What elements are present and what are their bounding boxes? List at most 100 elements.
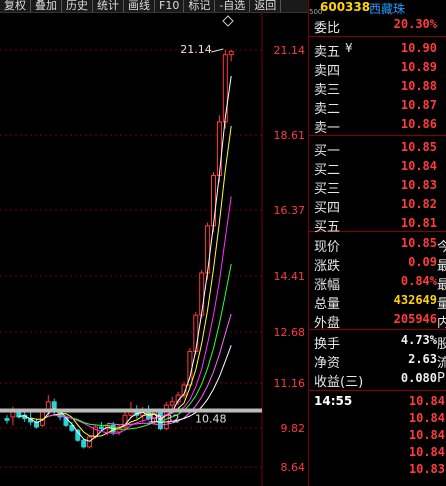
moving-average-line <box>18 75 232 442</box>
tick-price: 10.84 <box>408 428 445 442</box>
panel-divider <box>309 36 446 37</box>
toolbar-button-4[interactable]: 画线 <box>124 0 155 12</box>
quote-label: 净资 <box>314 356 341 371</box>
quote-label: 外盘 <box>314 316 341 331</box>
quote-label: 买二 <box>314 163 341 178</box>
kline-chart[interactable]: 21.14 18.61 16.37 14.41 12.68 11.16 9.82 8.64 21… <box>0 12 308 486</box>
diamond-icon <box>222 15 234 27</box>
tick-price: 10.84 <box>408 411 445 425</box>
quote-extra-label: 流 <box>437 356 446 371</box>
toolbar-button-0[interactable]: 复权 <box>0 0 31 12</box>
quote-label: 买一 <box>314 144 341 159</box>
quote-row: 总量 432649 量 <box>309 292 446 312</box>
toolbar-button-1[interactable]: 叠加 <box>31 0 62 12</box>
quote-label: 卖二 <box>314 102 341 117</box>
quote-value: 4.73% <box>400 333 437 347</box>
candle-body <box>193 314 199 352</box>
quote-label: 买四 <box>314 201 341 216</box>
tick-price: 10.84 <box>408 445 445 459</box>
quote-value: 10.90 <box>400 41 437 55</box>
candle-body <box>98 426 104 430</box>
quote-label: 卖一 <box>314 121 341 136</box>
candle-body <box>228 50 234 56</box>
quote-label: 总量 <box>314 297 341 312</box>
tick-row: 14:55 10.84 <box>309 394 446 411</box>
candle-body <box>10 411 16 418</box>
tick-time: 14:55 <box>314 394 353 408</box>
quote-label: 卖五 <box>314 45 341 60</box>
low-price-label: 10.32 <box>148 413 180 426</box>
quote-label: 收益(三) <box>314 375 364 390</box>
quote-extra-label: 今 <box>437 240 446 255</box>
quote-row: 外盘 205946 内 <box>309 311 446 331</box>
quote-value: 10.88 <box>400 79 437 93</box>
quote-value: 10.85 <box>400 236 437 250</box>
candle-body <box>205 225 211 274</box>
tick-row: 10.84 <box>309 411 446 428</box>
tick-price: 10.83 <box>408 462 445 476</box>
quote-row: 卖一 10.86 <box>309 116 446 136</box>
toolbar-button-5[interactable]: F10 <box>155 0 185 12</box>
y-tick-label: 8.64 <box>281 461 306 474</box>
candle-body <box>222 54 228 123</box>
quote-value: 10.81 <box>400 216 437 230</box>
y-tick-label: 11.16 <box>274 377 306 390</box>
high-price-label: 21.14 <box>180 43 212 56</box>
quote-row: 涨幅 0.84% 最 <box>309 273 446 293</box>
quote-label: 委比 <box>314 21 341 36</box>
quote-value: 0.080 <box>400 371 437 385</box>
quote-value: 10.86 <box>400 117 437 131</box>
quote-label: 买三 <box>314 182 341 197</box>
toolbar-button-3[interactable]: 统计 <box>93 0 124 12</box>
y-tick-label: 12.68 <box>274 326 306 339</box>
quote-row: 卖二 10.87 <box>309 97 446 117</box>
quote-row: 买一 10.85 <box>309 139 446 159</box>
quote-row: 卖五 ¥10.90 <box>309 40 446 60</box>
quote-value: 10.85 <box>400 140 437 154</box>
moving-average-line <box>107 313 232 426</box>
quote-row: 委比 20.30% <box>309 16 446 36</box>
quote-extra-label: PE <box>437 371 446 386</box>
quote-label: 卖四 <box>314 64 341 79</box>
toolbar-button-8[interactable]: 返回 <box>250 0 282 12</box>
quote-value: 10.87 <box>400 98 437 112</box>
quote-value: 0.09 <box>408 255 437 269</box>
y-tick-label: 18.61 <box>274 129 306 142</box>
quote-extra-label: 最 <box>437 278 446 293</box>
stock-code[interactable]: 600338 <box>320 0 370 14</box>
quote-row: 买三 10.83 <box>309 177 446 197</box>
quote-row: 买四 10.82 <box>309 196 446 216</box>
tick-row: 10.84 <box>309 445 446 462</box>
quote-value: 20.30% <box>393 17 437 31</box>
quote-extra-label: 量 <box>437 297 446 312</box>
stock-name[interactable]: 西藏珠 <box>369 0 405 17</box>
quote-label: 买五 <box>314 220 341 235</box>
quote-row: 买五 10.81 <box>309 215 446 235</box>
quote-row: 净资 2.63 流 <box>309 351 446 371</box>
quote-row: 现价 10.85 今 <box>309 235 446 255</box>
candle-body <box>4 418 10 421</box>
quote-row: 涨跌 0.09 最 <box>309 254 446 274</box>
toolbar-button-2[interactable]: 历史 <box>62 0 93 12</box>
quote-value: 10.82 <box>400 197 437 211</box>
quote-value: 10.89 <box>400 60 437 74</box>
quote-extra-label: 股 <box>437 337 446 352</box>
quote-row: 卖四 10.89 <box>309 59 446 79</box>
quote-row: 换手 4.73% 股 <box>309 332 446 352</box>
quote-value: 2.63 <box>408 352 437 366</box>
toolbar-button-7[interactable]: -自选 <box>215 0 251 12</box>
candle-body <box>169 401 175 406</box>
tick-row: 10.84 <box>309 428 446 445</box>
candle-body <box>81 439 87 448</box>
y-tick-label: 21.14 <box>274 44 306 57</box>
yen-icon: ¥ <box>345 41 353 55</box>
quote-value: 0.84% <box>400 274 437 288</box>
quote-label: 涨幅 <box>314 278 341 293</box>
quote-label: 换手 <box>314 337 341 352</box>
tick-row: 10.83 <box>309 462 446 479</box>
quote-row: 买二 10.84 <box>309 158 446 178</box>
low-price-label-2: 10.48 <box>195 413 227 426</box>
quote-value: 205946 <box>393 312 437 326</box>
quote-label: 卖三 <box>314 83 341 98</box>
toolbar-button-6[interactable]: 标记 <box>184 0 216 12</box>
